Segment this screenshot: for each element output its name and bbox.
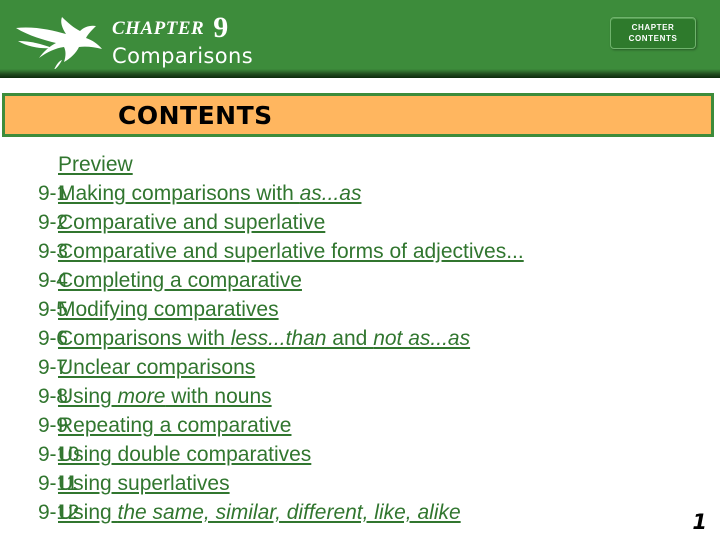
toc-item-number: 9-1 bbox=[38, 182, 68, 205]
header-shadow-strip bbox=[0, 69, 720, 78]
toc-item-link[interactable]: Using more with nouns bbox=[58, 385, 272, 409]
chapter-word-label: CHAPTER bbox=[112, 18, 205, 39]
toc-item-number: 9-12 bbox=[38, 501, 80, 524]
toc-item-number: 9-3 bbox=[38, 240, 68, 263]
chapter-heading-line: CHAPTER 9 bbox=[112, 8, 253, 44]
toc-item-link[interactable]: Modifying comparatives bbox=[58, 298, 279, 322]
table-of-contents-list: Preview 9-1 Making comparisons with as...a… bbox=[0, 153, 720, 530]
toc-item-emphasis: less...than bbox=[230, 327, 327, 350]
toc-item-number: 9-7 bbox=[38, 356, 68, 379]
chapter-contents-button-line1: CHAPTER bbox=[631, 23, 675, 32]
toc-item-text: and bbox=[326, 327, 374, 350]
toc-item-emphasis: as...as bbox=[299, 182, 362, 205]
toc-item-link[interactable]: Making comparisons with as...as bbox=[58, 182, 361, 206]
toc-item-number: 9-8 bbox=[38, 385, 68, 408]
toc-item-link[interactable]: Preview bbox=[58, 153, 133, 177]
toc-row: 9-5 Modifying comparatives bbox=[0, 298, 720, 327]
toc-item-text: Completing a comparative bbox=[58, 269, 302, 292]
chapter-header-banner: CHAPTER 9 Comparisons CHAPTER CONTENTS bbox=[0, 0, 720, 78]
toc-item-text: Using bbox=[58, 501, 118, 524]
toc-item-text: Comparative and superlative bbox=[58, 211, 326, 234]
toc-item-link[interactable]: Using superlatives bbox=[58, 472, 230, 496]
swallow-bird-icon bbox=[14, 10, 106, 70]
toc-row: 9-10 Using double comparatives bbox=[0, 443, 720, 472]
toc-item-text: Using double comparatives bbox=[58, 443, 312, 466]
toc-item-number: 9-5 bbox=[38, 298, 68, 321]
toc-row: 9-2 Comparative and superlative bbox=[0, 211, 720, 240]
toc-item-link[interactable]: Comparative and superlative forms of adj… bbox=[58, 240, 524, 264]
toc-item-link[interactable]: Comparisons with less...than and not as.… bbox=[58, 327, 470, 351]
chapter-title-block: CHAPTER 9 Comparisons bbox=[112, 8, 253, 68]
toc-item-number: 9-4 bbox=[38, 269, 68, 292]
toc-item-emphasis: the same, similar, different, like, alik… bbox=[117, 501, 461, 524]
toc-item-text: Comparative and superlative forms of adj… bbox=[58, 240, 524, 263]
toc-row: 9-6 Comparisons with less...than and not … bbox=[0, 327, 720, 356]
toc-row: Preview bbox=[0, 153, 720, 182]
toc-item-number: 9-9 bbox=[38, 414, 68, 437]
toc-item-number: 9-10 bbox=[38, 443, 80, 466]
chapter-subject-label: Comparisons bbox=[112, 44, 254, 68]
toc-item-link[interactable]: Completing a comparative bbox=[58, 269, 302, 293]
chapter-contents-button-line2: CONTENTS bbox=[628, 34, 678, 43]
toc-row: 9-7 Unclear comparisons bbox=[0, 356, 720, 385]
toc-item-text: Repeating a comparative bbox=[58, 414, 292, 437]
chapter-number-label: 9 bbox=[213, 11, 229, 44]
toc-row: 9-9 Repeating a comparative bbox=[0, 414, 720, 443]
toc-item-text: Using bbox=[58, 385, 118, 408]
toc-item-text: Preview bbox=[58, 153, 133, 176]
toc-item-link[interactable]: Comparative and superlative bbox=[58, 211, 325, 235]
toc-item-emphasis: more bbox=[117, 385, 166, 408]
toc-item-text: Comparisons with bbox=[58, 327, 231, 350]
contents-banner-title: CONTENTS bbox=[118, 100, 273, 130]
toc-item-text: Using superlatives bbox=[58, 472, 230, 495]
toc-item-text: Modifying comparatives bbox=[58, 298, 279, 321]
toc-row: 9-12 Using the same, similar, different, … bbox=[0, 501, 720, 530]
page-number: 1 bbox=[692, 510, 707, 534]
toc-row: 9-4 Completing a comparative bbox=[0, 269, 720, 298]
toc-item-link[interactable]: Using the same, similar, different, like… bbox=[58, 501, 461, 525]
toc-row: 9-1 Making comparisons with as...as bbox=[0, 182, 720, 211]
toc-item-text: Unclear comparisons bbox=[58, 356, 256, 379]
toc-item-link[interactable]: Using double comparatives bbox=[58, 443, 311, 467]
toc-row: 9-3 Comparative and superlative forms of … bbox=[0, 240, 720, 269]
toc-item-number: 9-11 bbox=[38, 472, 78, 495]
toc-item-text: with nouns bbox=[165, 385, 272, 408]
toc-item-text: Making comparisons with bbox=[58, 182, 300, 205]
toc-row: 9-8 Using more with nouns bbox=[0, 385, 720, 414]
toc-item-emphasis: not as...as bbox=[373, 327, 471, 350]
toc-item-number: 9-2 bbox=[38, 211, 68, 234]
contents-banner: CONTENTS bbox=[2, 93, 714, 137]
chapter-contents-button[interactable]: CHAPTER CONTENTS bbox=[610, 17, 696, 49]
toc-row: 9-11 Using superlatives bbox=[0, 472, 720, 501]
toc-item-number: 9-6 bbox=[38, 327, 68, 350]
toc-item-link[interactable]: Unclear comparisons bbox=[58, 356, 255, 380]
toc-item-link[interactable]: Repeating a comparative bbox=[58, 414, 291, 438]
